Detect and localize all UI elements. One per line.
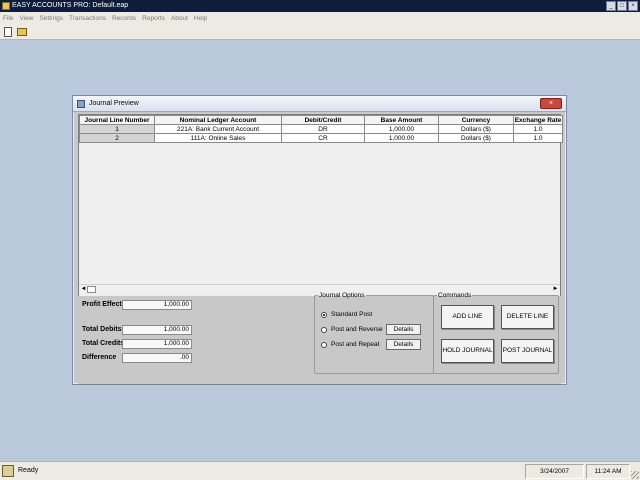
total-credits-label: Total Credits [82, 340, 125, 347]
status-bar: Ready 3/24/2007 11:24 AM [0, 461, 640, 480]
status-time: 11:24 AM [586, 464, 630, 479]
status-date: 3/24/2007 [525, 464, 584, 479]
delete-line-button[interactable]: DELETE LINE [501, 305, 554, 329]
scroll-thumb[interactable] [87, 286, 96, 293]
menu-view[interactable]: View [19, 15, 33, 22]
post-and-reverse-label: Post and Reverse [331, 326, 383, 333]
journal-icon [77, 100, 85, 108]
col-header-exchange-rate[interactable]: Exchange Rate [513, 115, 563, 125]
new-file-icon [4, 26, 12, 37]
post-journal-button[interactable]: POST JOURNAL [501, 339, 554, 363]
difference-label: Difference [82, 354, 117, 361]
hold-journal-button[interactable]: HOLD JOURNAL [441, 339, 494, 363]
journal-summary-panel: Profit Effect 1,000.00 Total Debits 1,00… [78, 292, 561, 384]
standard-post-option[interactable]: Standard Post [321, 311, 372, 318]
menu-about[interactable]: About [171, 15, 188, 22]
app-titlebar: EASY ACCOUNTS PRO: Default.eap _ □ × [0, 0, 640, 12]
open-folder-button[interactable] [16, 26, 28, 38]
total-debits-field: 1,000.00 [122, 325, 192, 335]
radio-selected-icon[interactable] [321, 311, 327, 318]
post-and-repeat-label: Post and Repeat [331, 341, 380, 348]
menu-reports[interactable]: Reports [142, 15, 165, 22]
scroll-left-icon[interactable]: ◄ [80, 286, 87, 293]
profit-effect-field: 1,000.00 [122, 300, 192, 310]
row-currency[interactable]: Dollars ($) [438, 133, 514, 143]
post-and-reverse-option[interactable]: Post and Reverse [321, 326, 383, 333]
col-header-line-number[interactable]: Journal Line Number [79, 115, 155, 125]
status-icon [2, 465, 14, 477]
post-and-repeat-details-button[interactable]: Details [386, 339, 421, 350]
difference-field: .00 [122, 353, 192, 363]
commands-legend: Commands [438, 292, 472, 299]
menu-help[interactable]: Help [194, 15, 207, 22]
dialog-close-button[interactable]: × [540, 98, 562, 109]
row-currency[interactable]: Dollars ($) [438, 124, 514, 134]
dialog-title: Journal Preview [89, 100, 139, 107]
row-base-amount[interactable]: 1,000.00 [364, 124, 439, 134]
table-row[interactable]: 2 111A: Online Sales CR 1,000.00 Dollars… [79, 133, 563, 143]
row-account[interactable]: 111A: Online Sales [154, 133, 282, 143]
maximize-button[interactable]: □ [617, 1, 627, 11]
row-account[interactable]: 221A: Bank Current Account [154, 124, 282, 134]
minimize-button[interactable]: _ [606, 1, 616, 11]
new-file-button[interactable] [2, 26, 14, 38]
row-debit-credit[interactable]: CR [281, 133, 365, 143]
resize-grip-icon[interactable] [631, 471, 639, 479]
table-header-row: Journal Line Number Nominal Ledger Accou… [79, 115, 563, 125]
post-and-reverse-details-button[interactable]: Details [386, 324, 421, 335]
menu-records[interactable]: Records [112, 15, 136, 22]
journal-preview-dialog: Journal Preview × Journal Line Number No… [72, 95, 567, 385]
journal-table: Journal Line Number Nominal Ledger Accou… [79, 115, 563, 143]
open-folder-icon [17, 27, 27, 36]
table-row[interactable]: 1 221A: Bank Current Account DR 1,000.00… [79, 124, 563, 134]
close-window-button[interactable]: × [628, 1, 638, 11]
radio-icon[interactable] [321, 326, 327, 333]
total-credits-field: 1,000.00 [122, 339, 192, 349]
profit-effect-label: Profit Effect [82, 301, 122, 308]
col-header-currency[interactable]: Currency [438, 115, 514, 125]
menu-settings[interactable]: Settings [39, 15, 63, 22]
row-line-number[interactable]: 1 [79, 124, 155, 134]
row-debit-credit[interactable]: DR [281, 124, 365, 134]
row-exchange-rate[interactable]: 1.0 [513, 133, 563, 143]
menu-bar: File View Settings Transactions Records … [0, 12, 640, 24]
add-line-button[interactable]: ADD LINE [441, 305, 494, 329]
standard-post-label: Standard Post [331, 311, 373, 318]
window-controls: _ □ × [606, 1, 638, 11]
row-base-amount[interactable]: 1,000.00 [364, 133, 439, 143]
dialog-titlebar: Journal Preview × [73, 96, 566, 112]
menu-transactions[interactable]: Transactions [69, 15, 106, 22]
app-title: EASY ACCOUNTS PRO: Default.eap [12, 2, 129, 9]
row-exchange-rate[interactable]: 1.0 [513, 124, 563, 134]
status-text: Ready [18, 467, 39, 474]
toolbar [0, 24, 640, 40]
col-header-base-amount[interactable]: Base Amount [364, 115, 439, 125]
total-debits-label: Total Debits [82, 326, 122, 333]
menu-file[interactable]: File [3, 15, 13, 22]
post-and-repeat-option[interactable]: Post and Repeat [321, 341, 379, 348]
radio-icon[interactable] [321, 341, 327, 348]
col-header-debit-credit[interactable]: Debit/Credit [281, 115, 365, 125]
row-line-number[interactable]: 2 [79, 133, 155, 143]
journal-options-legend: Journal Options [319, 292, 365, 299]
app-icon [2, 2, 10, 10]
col-header-account[interactable]: Nominal Ledger Account [154, 115, 282, 125]
